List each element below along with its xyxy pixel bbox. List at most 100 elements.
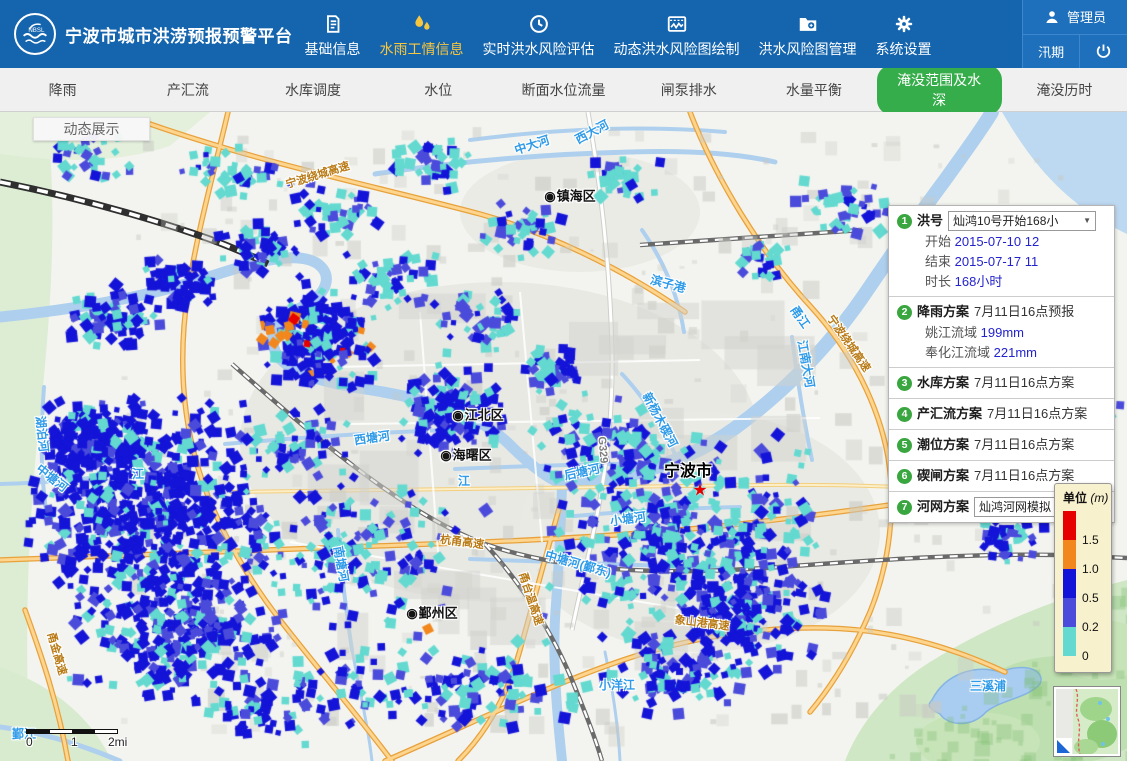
step-number-badge: 5 — [897, 438, 912, 453]
detail-label: 奉化江流域 — [925, 345, 990, 360]
overview-minimap[interactable] — [1053, 686, 1121, 757]
nav-item-4[interactable]: 动态洪水风险图绘制 — [614, 13, 740, 59]
section-value: 7月11日16点方案 — [987, 403, 1087, 425]
nav-item-3[interactable]: 实时洪水风险评估 — [483, 13, 595, 59]
detail-row: 开始 2015-07-10 12 — [897, 232, 1106, 252]
scalebar-label: 2mi — [108, 735, 127, 749]
water-drops-icon — [411, 13, 433, 35]
user-icon — [1044, 9, 1060, 25]
scalebar-label: 1 — [71, 735, 78, 749]
legend-tick-label: 1.0 — [1082, 562, 1099, 576]
panel-section-2: 2降雨方案7月11日16点预报姚江流域 199mm奉化江流域 221mm — [889, 297, 1114, 368]
legend-segment: 0.5 — [1063, 569, 1076, 598]
map-viewport: ◉镇海区◉江北区◉海曙区◉鄞州区宁波市★中大河西大河滨子港甬江江南大河湖泊河中塘… — [0, 112, 1127, 761]
scalebar-label: 0 — [26, 735, 33, 749]
tab-label: 产汇流 — [153, 75, 223, 105]
detail-label: 时长 — [925, 274, 951, 289]
step-number-badge: 6 — [897, 469, 912, 484]
panel-section-4: 4 产汇流方案7月11日16点方案 — [889, 399, 1114, 430]
svg-text:NBSL: NBSL — [28, 27, 45, 34]
section-value: 7月11日16点方案 — [974, 434, 1074, 456]
section-label: 河网方案 — [917, 496, 969, 518]
tab-9[interactable]: 淹没历时 — [1002, 75, 1127, 105]
animate-button[interactable]: 动态展示 — [33, 117, 150, 141]
detail-value: 221mm — [994, 345, 1037, 360]
step-number-badge: 4 — [897, 407, 912, 422]
nav-item-label: 基础信息 — [305, 39, 361, 59]
detail-row: 奉化江流域 221mm — [897, 343, 1106, 363]
panel-section-1: 1洪号灿鸿10号开始168小▼开始 2015-07-10 12结束 2015-0… — [889, 206, 1114, 297]
nav-item-label: 洪水风险图管理 — [759, 39, 857, 59]
section-label: 洪号 — [917, 210, 943, 232]
scenario-panel: 1洪号灿鸿10号开始168小▼开始 2015-07-10 12结束 2015-0… — [888, 205, 1115, 523]
detail-value: 199mm — [981, 325, 1024, 340]
tab-2[interactable]: 产汇流 — [125, 75, 250, 105]
detail-row: 结束 2015-07-17 11 — [897, 252, 1106, 272]
section-label: 碶闸方案 — [917, 465, 969, 487]
legend-segment: 1.5 — [1063, 511, 1076, 540]
nav-item-5[interactable]: 洪水风险图管理 — [759, 13, 857, 59]
sub-tab-bar: 降雨产汇流 水库调度 水位 断面水位流量闸泵排水 水量平衡淹没范围及水深淹没历时 — [0, 68, 1127, 112]
panel-section-3: 3水库方案7月11日16点方案 — [889, 368, 1114, 399]
detail-value: 2015-07-17 11 — [955, 254, 1039, 269]
legend-segment: 0 — [1063, 627, 1076, 656]
nav-item-label: 实时洪水风险评估 — [483, 39, 595, 59]
section-value: 7月11日16点预报 — [974, 301, 1074, 323]
clock-icon — [528, 13, 550, 35]
section-label: 降雨方案 — [917, 301, 969, 323]
nav-item-6[interactable]: 系统设置 — [876, 13, 932, 59]
chart-window-icon — [666, 13, 688, 35]
legend-segment: 1.0 — [1063, 540, 1076, 569]
legend-tick-label: 1.5 — [1082, 533, 1099, 547]
app-header: NBSL 宁波市城市洪涝预报预警平台 基础信息水雨工情信息实时洪水风险评估动态洪… — [0, 0, 1127, 68]
nav-item-2[interactable]: 水雨工情信息 — [380, 13, 464, 59]
power-icon — [1094, 42, 1113, 61]
nav-item-label: 水雨工情信息 — [380, 39, 464, 59]
tab-label: 淹没历时 — [1022, 75, 1106, 105]
logo-icon: NBSL — [14, 13, 56, 55]
depth-legend: 单位 (m) 1.51.00.50.20 — [1054, 483, 1112, 673]
user-box: 管理员 汛期 — [1022, 0, 1127, 68]
legend-segment: 0.2 — [1063, 598, 1076, 627]
tab-label: 断面水位流量 — [507, 75, 619, 105]
detail-value: 2015-07-10 12 — [955, 234, 1040, 249]
scalebar-labels: 012mi — [26, 734, 118, 749]
nav-item-1[interactable]: 基础信息 — [305, 13, 361, 59]
detail-label: 结束 — [925, 254, 951, 269]
detail-label: 开始 — [925, 234, 951, 249]
section-value: 7月11日16点方案 — [974, 372, 1074, 394]
folder-lock-icon — [797, 13, 819, 35]
tab-label: 闸泵排水 — [647, 75, 731, 105]
chevron-down-icon: ▼ — [1083, 211, 1091, 231]
legend-title: 单位 (m) — [1063, 489, 1111, 506]
tab-8[interactable]: 淹没范围及水深 — [877, 65, 1002, 115]
detail-value: 168小时 — [955, 274, 1003, 289]
app-title: 宁波市城市洪涝预报预警平台 — [65, 22, 293, 47]
user-name: 管理员 — [1067, 7, 1106, 26]
step-number-badge: 2 — [897, 305, 912, 320]
tab-5[interactable]: 断面水位流量 — [501, 75, 626, 105]
tab-3[interactable]: 水库调度 — [250, 75, 375, 105]
tab-label: 水库调度 — [271, 75, 355, 105]
tab-label: 淹没范围及水深 — [877, 65, 1002, 115]
legend-tick-label: 0.5 — [1082, 591, 1099, 605]
section-label: 产汇流方案 — [917, 403, 982, 425]
gear-icon — [893, 13, 915, 35]
nav-item-label: 动态洪水风险图绘制 — [614, 39, 740, 59]
section-label: 水库方案 — [917, 372, 969, 394]
tab-1[interactable]: 降雨 — [0, 75, 125, 105]
tab-6[interactable]: 闸泵排水 — [626, 75, 751, 105]
flood-season-toggle[interactable]: 汛期 — [1023, 35, 1080, 69]
step-number-badge: 7 — [897, 500, 912, 515]
tab-label: 水量平衡 — [772, 75, 856, 105]
user-menu[interactable]: 管理员 — [1023, 0, 1127, 35]
section-select[interactable]: 灿鸿10号开始168小▼ — [948, 211, 1096, 231]
legend-tick-label: 0 — [1082, 649, 1089, 663]
tab-4[interactable]: 水位 — [376, 75, 501, 105]
nav-item-label: 系统设置 — [876, 39, 932, 59]
document-icon — [322, 13, 344, 35]
app-logo: NBSL 宁波市城市洪涝预报预警平台 — [0, 0, 301, 68]
tab-7[interactable]: 水量平衡 — [751, 75, 876, 105]
tab-label: 水位 — [410, 75, 466, 105]
logout-button[interactable] — [1080, 35, 1127, 69]
